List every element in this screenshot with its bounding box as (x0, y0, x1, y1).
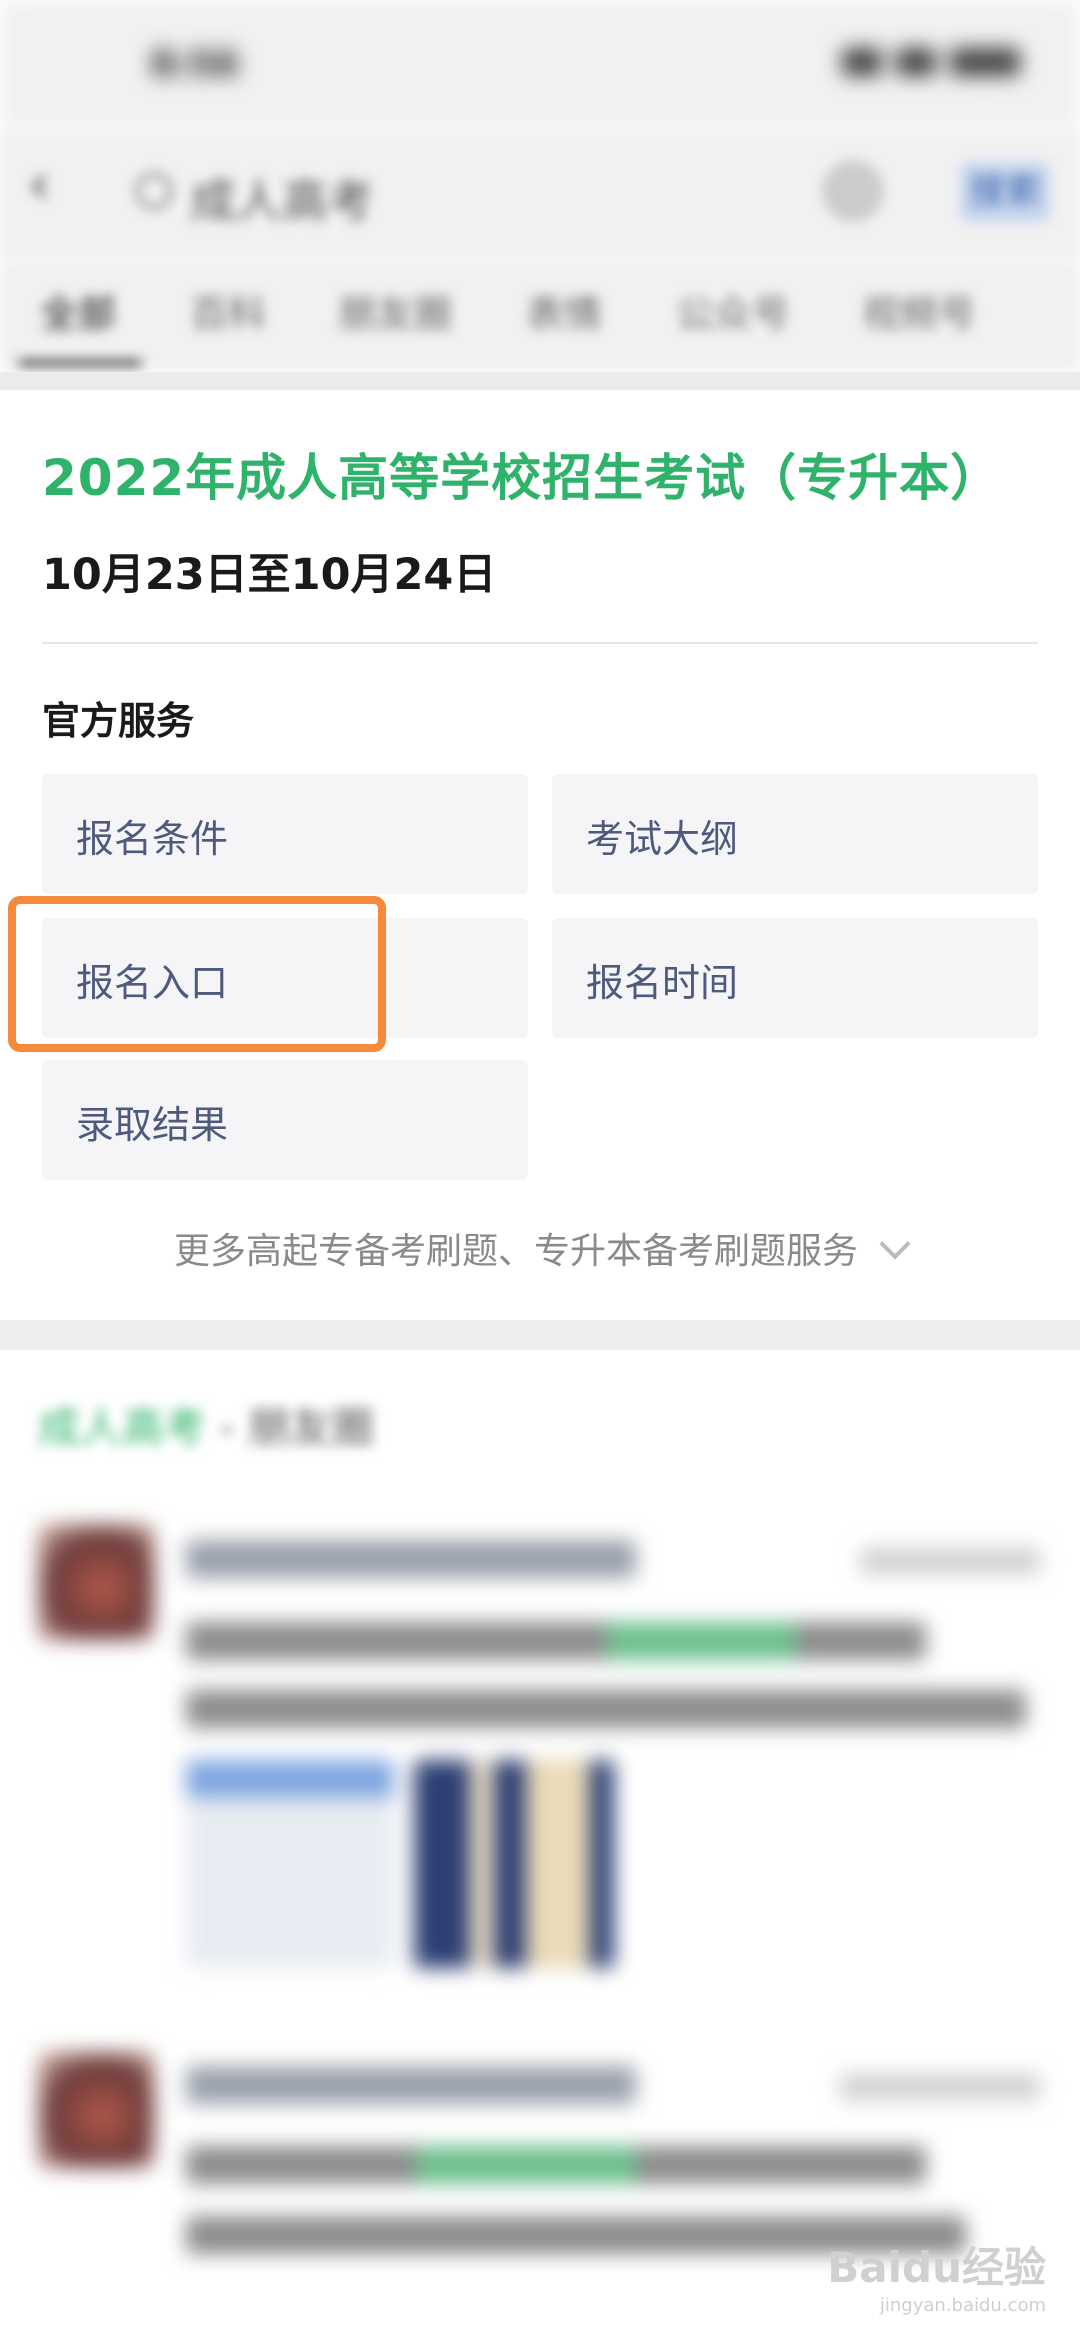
post-date (860, 1548, 1040, 1574)
service-exam-syllabus[interactable]: 考试大纲 (552, 774, 1038, 894)
post-author (186, 2066, 636, 2104)
battery-icon (950, 48, 1020, 76)
search-button[interactable]: 搜索 (960, 162, 1050, 222)
official-services-title: 官方服务 (42, 699, 195, 743)
exam-date: 10月23日至10月24日 (42, 550, 497, 600)
tab-all[interactable]: 全部 (40, 274, 116, 354)
highlight-annotation (8, 896, 386, 1052)
service-registration-time[interactable]: 报名时间 (552, 918, 1038, 1038)
wifi-icon (896, 48, 936, 76)
post-text-line (186, 1690, 1026, 1728)
post-keyword (416, 2146, 636, 2184)
avatar[interactable] (38, 1524, 154, 1640)
avatar[interactable] (38, 2052, 154, 2168)
post-image[interactable] (186, 1760, 394, 1968)
chevron-down-icon (879, 1228, 911, 1260)
search-header: ‹ 成人高考 搜索 (0, 130, 1080, 260)
status-bar: 8:56 (0, 0, 1080, 130)
post-keyword (606, 1622, 796, 1660)
tab-official-accounts[interactable]: 公众号 (676, 274, 790, 354)
watermark-brand: Baidu经验 (827, 2243, 1046, 2292)
moments-keyword: 成人高考 (38, 1403, 207, 1452)
moments-section-header: 成人高考 - 朋友圈 (38, 1394, 374, 1455)
service-label: 报名条件 (76, 817, 229, 861)
exam-title[interactable]: 2022年成人高等学校招生考试（专升本） (42, 438, 1001, 510)
tab-encyclopedia[interactable]: 百科 (190, 274, 266, 354)
post-text-line (186, 2146, 926, 2184)
back-arrow-icon[interactable]: ‹ (28, 152, 78, 232)
status-time: 8:56 (150, 44, 240, 85)
baidu-jingyan-watermark: Baidu经验 jingyan.baidu.com (827, 2234, 1046, 2316)
post-text-line (186, 1622, 926, 1660)
more-services-link[interactable]: 更多高起专备考刷题、专升本备考刷题服务 (0, 1222, 1080, 1274)
card-divider (42, 642, 1038, 644)
service-label: 录取结果 (76, 1103, 229, 1147)
active-tab-indicator (18, 360, 142, 366)
service-admission-results[interactable]: 录取结果 (42, 1060, 528, 1180)
tab-channels[interactable]: 视频号 (862, 274, 976, 354)
more-services-label: 更多高起专备考刷题、专升本备考刷题服务 (173, 1231, 858, 1272)
tab-stickers[interactable]: 表情 (526, 274, 602, 354)
search-icon (135, 172, 173, 210)
search-query: 成人高考 (190, 174, 374, 228)
tab-moments[interactable]: 朋友圈 (338, 274, 452, 354)
service-label: 考试大纲 (586, 817, 739, 861)
moments-suffix: - 朋友圈 (206, 1403, 374, 1452)
service-registration-conditions[interactable]: 报名条件 (42, 774, 528, 894)
tab-bar: 全部 百科 朋友圈 表情 公众号 视频号 (0, 260, 1080, 372)
search-input[interactable]: 成人高考 (135, 150, 895, 242)
post-date (840, 2074, 1040, 2100)
post-image[interactable] (414, 1760, 614, 1968)
post-author (186, 1540, 636, 1578)
section-divider (0, 1320, 1080, 1350)
signal-icon (842, 48, 882, 76)
status-icons (842, 48, 1020, 76)
service-label: 报名时间 (586, 961, 739, 1005)
section-divider (0, 372, 1080, 390)
watermark-url: jingyan.baidu.com (879, 2295, 1046, 2316)
voice-icon[interactable] (822, 160, 884, 222)
